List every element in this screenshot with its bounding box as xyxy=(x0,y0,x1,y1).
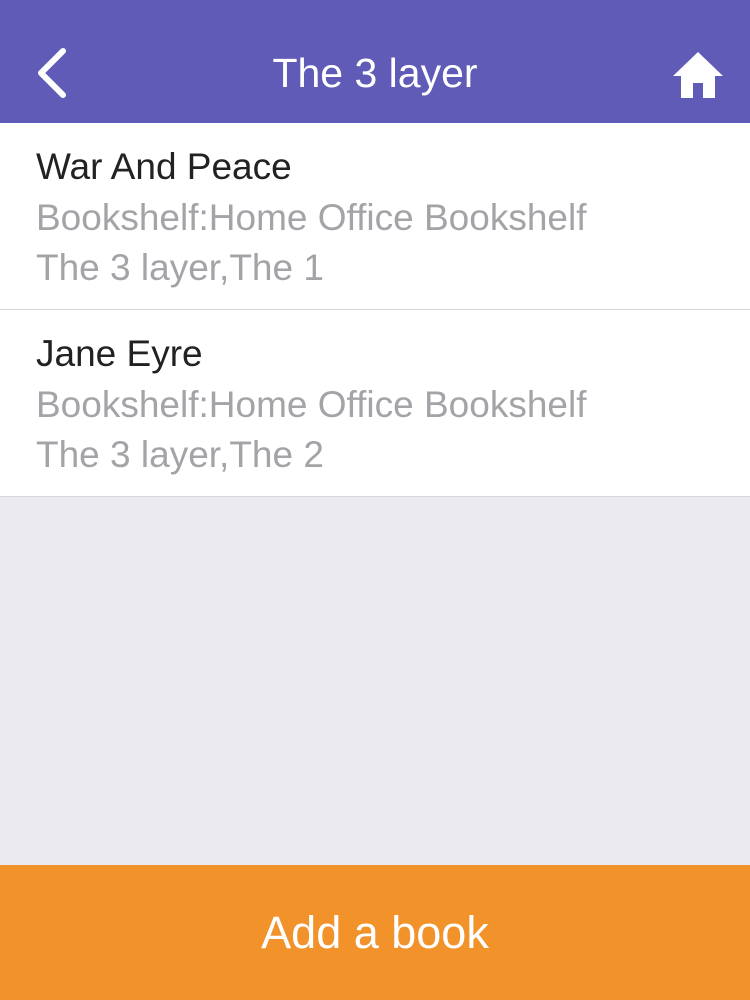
app-screen: The 3 layer War And Peace Bookshelf:Home… xyxy=(0,0,750,1000)
book-bookshelf: Bookshelf:Home Office Bookshelf xyxy=(36,197,587,238)
back-button[interactable] xyxy=(22,36,82,110)
book-bookshelf: Bookshelf:Home Office Bookshelf xyxy=(36,384,587,425)
book-title: Jane Eyre xyxy=(36,333,203,374)
add-book-button[interactable]: Add a book xyxy=(0,865,750,1000)
list-item[interactable]: Jane Eyre Bookshelf:Home Office Bookshel… xyxy=(0,310,750,497)
list-item[interactable]: War And Peace Bookshelf:Home Office Book… xyxy=(0,123,750,310)
navigation-bar: The 3 layer xyxy=(0,0,750,123)
chevron-left-icon xyxy=(38,48,66,98)
book-location: The 3 layer,The 2 xyxy=(36,434,324,475)
home-icon xyxy=(673,52,723,98)
book-title: War And Peace xyxy=(36,146,292,187)
book-list: War And Peace Bookshelf:Home Office Book… xyxy=(0,123,750,497)
book-location: The 3 layer,The 1 xyxy=(36,247,324,288)
home-button[interactable] xyxy=(664,44,732,106)
add-book-label: Add a book xyxy=(261,906,489,958)
page-title: The 3 layer xyxy=(272,50,478,96)
